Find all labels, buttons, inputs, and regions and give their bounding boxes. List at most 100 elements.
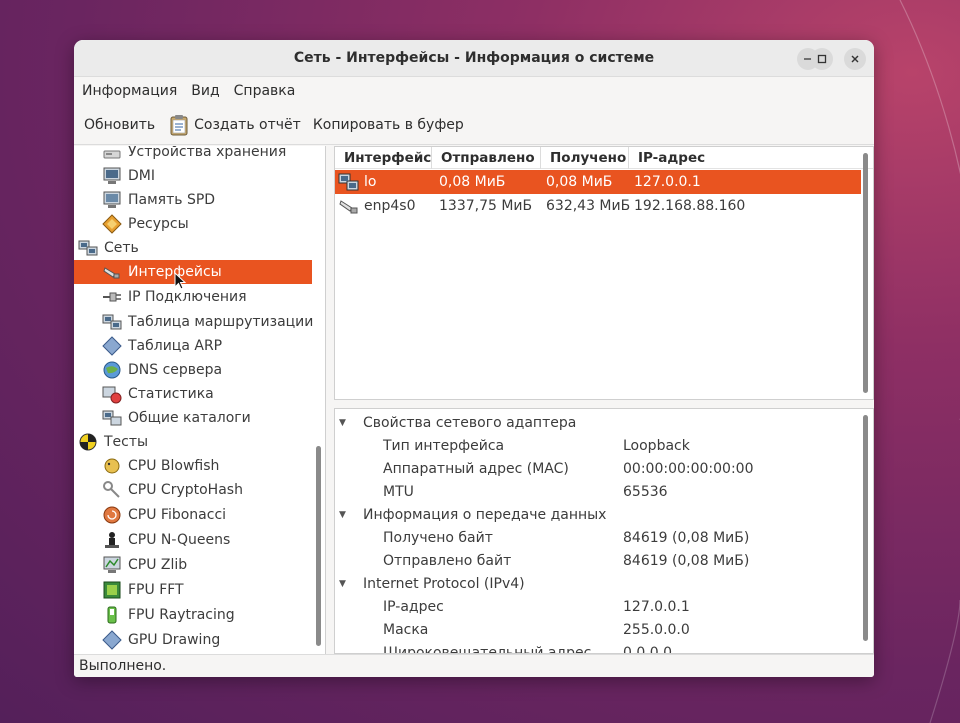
tree-item-label: GPU Drawing [128, 632, 221, 648]
ethernet-icon [338, 194, 360, 218]
shared-folder-icon [102, 408, 122, 428]
details-item[interactable]: Тип интерфейса Loopback [335, 434, 855, 457]
tree-item-fpu-fft[interactable]: FPU FFT [74, 578, 312, 602]
tree-item-cpu-zlib[interactable]: CPU Zlib [74, 553, 312, 577]
clipboard-icon [170, 114, 188, 135]
item-label: Получено байт [383, 529, 493, 546]
menu-info[interactable]: Информация [82, 83, 177, 99]
fft-icon [102, 580, 122, 600]
column-header-interface[interactable]: Интерфейс [335, 147, 432, 169]
tree-item-dns[interactable]: DNS сервера [74, 358, 312, 382]
details-item[interactable]: Аппаратный адрес (MAC) 00:00:00:00:00:00 [335, 457, 855, 480]
details-group[interactable]: ▼ Информация о передаче данных [335, 503, 855, 526]
tree-item-label: Общие каталоги [128, 410, 251, 426]
copy-label: Копировать в буфер [312, 116, 464, 133]
details-scrollbar[interactable] [863, 415, 868, 641]
tree-item-routing-table[interactable]: Таблица маршрутизации [74, 310, 314, 334]
item-value: 65536 [623, 483, 668, 500]
tree-item-gpu-drawing[interactable]: GPU Drawing [74, 628, 312, 652]
raytracing-icon [102, 605, 122, 625]
details-item[interactable]: Отправлено байт 84619 (0,08 МиБ) [335, 549, 855, 572]
details-item[interactable]: Маска 255.0.0.0 [335, 618, 855, 641]
tree-item-statistics[interactable]: Статистика [74, 382, 312, 406]
tree-item-label: CPU N-Queens [128, 532, 231, 548]
maximize-button[interactable] [811, 48, 833, 70]
arp-icon [102, 336, 122, 356]
title-bar[interactable]: Сеть - Интерфейсы - Информация о системе [74, 40, 874, 77]
cell-sent: 0,08 МиБ [439, 174, 506, 190]
column-header-ip[interactable]: IP-адрес [629, 147, 861, 169]
tree-item-storage[interactable]: Устройства хранения [74, 146, 312, 164]
tree-item-cpu-blowfish[interactable]: CPU Blowfish [74, 454, 312, 478]
menu-bar: Информация Вид Справка [74, 77, 874, 105]
close-icon [851, 55, 859, 63]
group-label: Свойства сетевого адаптера [363, 414, 577, 431]
tree-item-fpu-raytracing[interactable]: FPU Raytracing [74, 603, 312, 627]
tree-item-label: CPU Zlib [128, 557, 188, 573]
table-row[interactable]: enp4s0 1337,75 МиБ 632,43 МиБ 192.168.88… [335, 194, 861, 218]
tree-item-label: DNS сервера [128, 362, 223, 378]
tree-item-cpu-nqueens[interactable]: CPU N-Queens [74, 528, 312, 552]
details-item[interactable]: Широковещательный адрес 0.0.0.0 [335, 641, 855, 654]
status-text: Выполнено. [79, 658, 167, 674]
sidebar-tree: Устройства хранения DMI Память SPD Ресур… [74, 146, 326, 654]
column-header-received[interactable]: Получено [541, 147, 629, 169]
copy-to-clipboard-button[interactable]: Копировать в буфер [313, 117, 464, 133]
details-group[interactable]: ▼ Свойства сетевого адаптера [335, 411, 855, 434]
item-value: 84619 (0,08 МиБ) [623, 529, 750, 546]
details-group[interactable]: ▼ Internet Protocol (IPv4) [335, 572, 855, 595]
cell-interface: lo [364, 174, 377, 190]
storage-icon [102, 146, 122, 162]
tree-item-spd[interactable]: Память SPD [74, 188, 312, 212]
tree-item-label: Таблица ARP [128, 338, 223, 354]
details-item[interactable]: IP-адрес 127.0.0.1 [335, 595, 855, 618]
tree-item-benchmarks[interactable]: Тесты [74, 430, 312, 454]
expander-triangle-icon: ▼ [339, 417, 346, 428]
cell-ip: 127.0.0.1 [634, 174, 701, 190]
item-value: 84619 (0,08 МиБ) [623, 552, 750, 569]
tree-item-cpu-cryptohash[interactable]: CPU CryptoHash [74, 478, 312, 502]
table-scrollbar[interactable] [863, 153, 868, 393]
tree-item-interfaces[interactable]: Интерфейсы [74, 260, 312, 284]
blowfish-icon [102, 456, 122, 476]
tree-item-network[interactable]: Сеть [74, 236, 312, 260]
item-label: MTU [383, 483, 414, 500]
sidebar-scrollbar[interactable] [316, 446, 321, 646]
tree-item-dmi[interactable]: DMI [74, 164, 312, 188]
tree-item-shared-folders[interactable]: Общие каталоги [74, 406, 312, 430]
tree-item-label: DMI [128, 168, 155, 184]
window-title: Сеть - Интерфейсы - Информация о системе [293, 50, 655, 66]
plug-icon [102, 287, 122, 307]
toolbar: Обновить Создать отчёт Копировать в буфе… [74, 105, 874, 145]
tree-item-label: CPU Blowfish [128, 458, 220, 474]
refresh-button[interactable]: Обновить [84, 117, 155, 133]
tree-item-label: Таблица маршрутизации [128, 314, 314, 330]
zlib-icon [102, 555, 122, 575]
gpu-icon [102, 630, 122, 650]
monitor-icon [102, 166, 122, 186]
tree-item-label: Устройства хранения [128, 146, 287, 160]
status-bar: Выполнено. [74, 654, 874, 677]
tree-item-ip-connections[interactable]: IP Подключения [74, 285, 312, 309]
details-item[interactable]: Получено байт 84619 (0,08 МиБ) [335, 526, 855, 549]
column-header-sent[interactable]: Отправлено [432, 147, 541, 169]
tree-item-cpu-fibonacci[interactable]: CPU Fibonacci [74, 503, 312, 527]
item-value: 255.0.0.0 [623, 621, 690, 638]
item-value: 00:00:00:00:00:00 [623, 460, 754, 477]
close-button[interactable] [844, 48, 866, 70]
refresh-label: Обновить [84, 116, 156, 133]
tree-item-resources[interactable]: Ресурсы [74, 212, 312, 236]
tree-item-label: Сеть [104, 240, 139, 256]
tree-item-label: CPU CryptoHash [128, 482, 243, 498]
loopback-icon [338, 170, 360, 194]
tree-item-arp-table[interactable]: Таблица ARP [74, 334, 312, 358]
menu-view[interactable]: Вид [191, 83, 219, 99]
tree-item-label: Ресурсы [128, 216, 189, 232]
create-report-button[interactable]: Создать отчёт [169, 114, 301, 136]
details-item[interactable]: MTU 65536 [335, 480, 855, 503]
menu-help[interactable]: Справка [234, 83, 296, 99]
tree-item-label: Статистика [128, 386, 214, 402]
shell-icon [102, 505, 122, 525]
item-value: Loopback [623, 437, 690, 454]
table-row[interactable]: lo 0,08 МиБ 0,08 МиБ 127.0.0.1 [335, 170, 861, 194]
